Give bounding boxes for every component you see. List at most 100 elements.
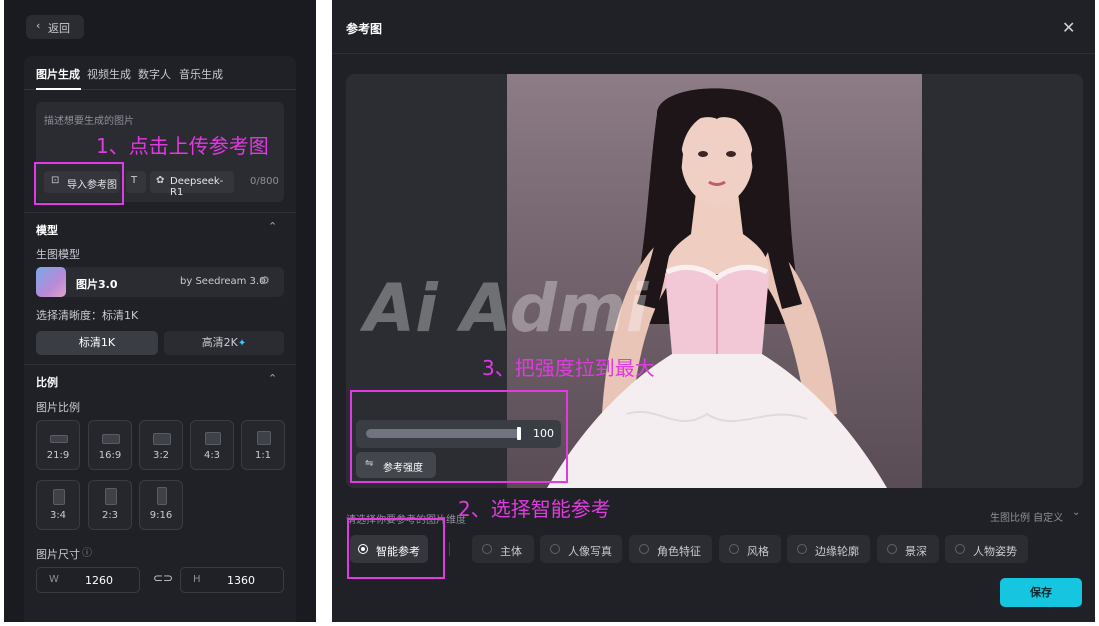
option-depth[interactable]: 景深 — [877, 535, 939, 563]
option-edge-outline[interactable]: 边缘轮廓 — [787, 535, 870, 563]
step1-highlight — [34, 162, 124, 205]
width-label: W — [49, 574, 59, 585]
model-selector[interactable]: 图片3.0 by Seedream 3.0 ⚙ — [36, 267, 284, 297]
model-chip[interactable]: ✿ Deepseek-R1 — [150, 171, 234, 198]
option-label: 边缘轮廓 — [815, 545, 859, 558]
clarity-option-sd[interactable]: 标清1K — [36, 331, 158, 355]
ratio-2-3[interactable]: 2:3 — [88, 480, 132, 530]
ratio-label-16-9: 16:9 — [98, 450, 122, 461]
save-button[interactable]: 保存 — [1000, 578, 1082, 607]
ratio-label-3-4: 3:4 — [49, 510, 67, 521]
section-divider-2 — [24, 364, 296, 365]
left-panel: ‹ 返回 图片生成 视频生成 数字人 音乐生成 描述想要生成的图片 ⊡ 导入参考… — [4, 0, 316, 622]
tab-video[interactable]: 视频生成 — [87, 66, 131, 82]
height-value: 1360 — [227, 574, 255, 587]
gen-model-label: 生图模型 — [36, 248, 80, 261]
sparkle-icon: ✦ — [237, 338, 247, 349]
radio-icon — [482, 544, 492, 554]
save-label: 保存 — [1030, 586, 1052, 599]
close-icon[interactable]: ✕ — [1062, 18, 1075, 37]
ratio-label-21-9: 21:9 — [46, 450, 70, 461]
section-divider — [24, 212, 296, 213]
size-label: 图片尺寸 — [36, 548, 80, 561]
watermark-text: Ai Admi — [364, 270, 649, 347]
ratio-shape — [105, 488, 117, 505]
ratio-shape — [50, 435, 68, 443]
height-label: H — [193, 574, 201, 585]
option-label: 景深 — [905, 545, 927, 558]
ratio-shape — [153, 433, 171, 445]
settings-sliders-icon[interactable]: ⚙ — [260, 274, 270, 287]
ratio-21-9[interactable]: 21:9 — [36, 420, 80, 470]
reference-dialog: 参考图 ✕ Ai Admi 100 ⇋ 参考强度 请选择你要参考的图片维度 生图… — [332, 0, 1095, 622]
tab-active-indicator — [36, 88, 81, 90]
back-button[interactable]: ‹ 返回 — [26, 15, 84, 39]
option-label: 人物姿势 — [973, 545, 1017, 558]
step3-highlight — [350, 390, 568, 483]
option-pose[interactable]: 人物姿势 — [945, 535, 1028, 563]
step2-annotation: 2、选择智能参考 — [458, 497, 611, 521]
ratio-dropdown[interactable]: 生图比例 自定义 — [990, 509, 1063, 524]
option-subject[interactable]: 主体 — [472, 535, 534, 563]
chevron-up-icon[interactable]: ⌃ — [268, 372, 277, 385]
text-format-button[interactable]: T — [126, 171, 146, 193]
step3-annotation: 3、把强度拉到最大 — [482, 356, 655, 380]
model-thumbnail — [36, 267, 66, 297]
model-chip-label: Deepseek-R1 — [170, 176, 224, 198]
ratio-16-9[interactable]: 16:9 — [88, 420, 132, 470]
ratio-shape — [257, 431, 271, 445]
clarity-option-hd-label: 高清2K — [201, 336, 238, 349]
model-name: 图片3.0 — [76, 278, 118, 291]
option-label: 人像写真 — [568, 545, 612, 558]
ratio-shape — [102, 434, 120, 444]
clarity-label: 选择清晰度：标清1K — [36, 309, 139, 322]
ratio-label-9-16: 9:16 — [149, 510, 173, 521]
ratio-label-3-2: 3:2 — [152, 450, 170, 461]
height-field[interactable]: H 1360 — [180, 567, 284, 593]
option-label: 主体 — [500, 545, 522, 558]
radio-icon — [887, 544, 897, 554]
step2-highlight — [347, 518, 445, 579]
clarity-option-sd-label: 标清1K — [78, 336, 116, 349]
ratio-label-1-1: 1:1 — [254, 450, 272, 461]
option-separator — [449, 542, 450, 556]
option-label: 风格 — [747, 545, 769, 558]
dialog-title: 参考图 — [346, 22, 383, 36]
back-label: 返回 — [48, 22, 70, 35]
model-by: by Seedream 3.0 — [180, 276, 266, 287]
tab-image[interactable]: 图片生成 — [36, 66, 80, 82]
option-style[interactable]: 风格 — [719, 535, 781, 563]
chevron-up-icon[interactable]: ⌃ — [268, 220, 277, 233]
dialog-header-divider — [332, 53, 1095, 54]
chevron-left-icon: ‹ — [36, 19, 41, 32]
tab-music[interactable]: 音乐生成 — [179, 66, 223, 82]
option-portrait[interactable]: 人像写真 — [540, 535, 622, 563]
ratio-shape — [205, 432, 221, 445]
ratio-section-title: 比例 — [36, 376, 58, 389]
ratio-label-2-3: 2:3 — [101, 510, 119, 521]
option-label: 角色特征 — [657, 545, 701, 558]
radio-icon — [797, 544, 807, 554]
clarity-option-hd[interactable]: 高清2K✦ — [164, 331, 284, 355]
tab-digital-human[interactable]: 数字人 — [138, 66, 171, 82]
chevron-down-icon[interactable]: ⌄ — [1072, 507, 1080, 518]
ratio-3-4[interactable]: 3:4 — [36, 480, 80, 530]
ratio-shape — [157, 487, 167, 505]
radio-icon — [639, 544, 649, 554]
radio-icon — [955, 544, 965, 554]
step1-annotation: 1、点击上传参考图 — [96, 134, 269, 158]
ratio-9-16[interactable]: 9:16 — [139, 480, 183, 530]
ratio-1-1[interactable]: 1:1 — [241, 420, 285, 470]
width-value: 1260 — [85, 574, 113, 587]
model-section-title: 模型 — [36, 224, 58, 237]
prompt-placeholder: 描述想要生成的图片 — [44, 116, 134, 127]
ratio-label: 图片比例 — [36, 401, 80, 414]
width-field[interactable]: W 1260 — [36, 567, 140, 593]
info-icon: ⓘ — [82, 548, 92, 559]
link-icon[interactable]: ⊂⊃ — [153, 571, 173, 585]
ratio-4-3[interactable]: 4:3 — [190, 420, 234, 470]
ratio-3-2[interactable]: 3:2 — [139, 420, 183, 470]
radio-icon — [550, 544, 560, 554]
option-character[interactable]: 角色特征 — [629, 535, 712, 563]
ratio-label-4-3: 4:3 — [203, 450, 221, 461]
